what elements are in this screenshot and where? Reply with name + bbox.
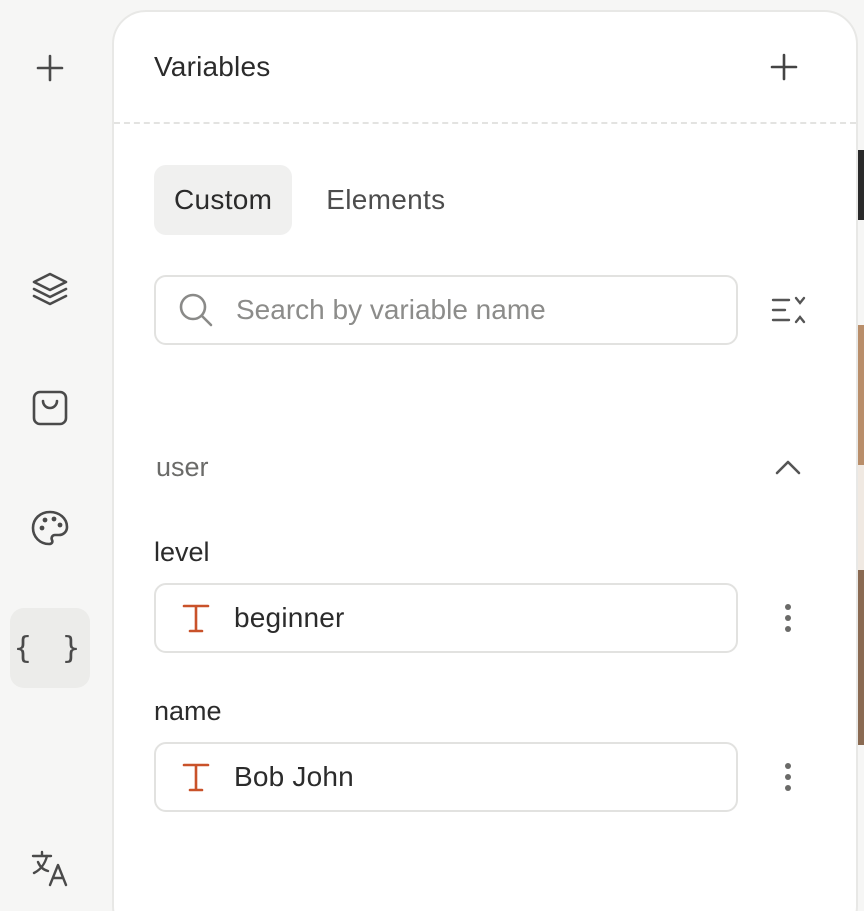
translate-icon: [31, 850, 68, 887]
variable-options-button[interactable]: [768, 742, 808, 812]
theme-button[interactable]: [10, 488, 90, 568]
sort-filter-button[interactable]: [770, 295, 806, 327]
group-name: user: [156, 451, 209, 482]
search-icon: [179, 293, 213, 327]
search-box: [154, 275, 738, 345]
text-type-icon: [180, 761, 212, 793]
text-type-icon: [180, 602, 212, 634]
variable-value-field[interactable]: beginner: [154, 583, 738, 653]
variable-tabs: Custom Elements: [154, 165, 465, 235]
variables-panel: Variables Custom Elements user: [112, 10, 858, 911]
variable-name: level: [154, 537, 210, 567]
add-element-button[interactable]: [10, 28, 90, 108]
layers-button[interactable]: [10, 249, 90, 329]
braces-icon: { }: [13, 630, 87, 666]
assets-button[interactable]: [10, 368, 90, 448]
variable-value: Bob John: [234, 761, 354, 792]
group-header-user[interactable]: user: [156, 442, 806, 492]
variable-value: beginner: [234, 602, 345, 633]
tab-elements[interactable]: Elements: [306, 165, 465, 235]
plus-icon: [770, 53, 798, 81]
palette-icon: [31, 510, 69, 546]
tab-custom[interactable]: Custom: [154, 165, 293, 235]
variable-item: name Bob John: [154, 693, 834, 812]
more-vertical-icon: [785, 604, 791, 610]
chevron-up-icon: [775, 460, 801, 475]
more-vertical-icon: [785, 763, 791, 769]
search-input[interactable]: [236, 294, 736, 326]
list-filter-icon: [771, 296, 806, 324]
canvas-preview-edge: [858, 150, 864, 850]
variable-value-field[interactable]: Bob John: [154, 742, 738, 812]
add-variable-button[interactable]: [764, 47, 804, 87]
panel-header: Variables: [114, 12, 856, 124]
bag-icon: [32, 390, 68, 426]
variable-options-button[interactable]: [768, 583, 808, 653]
panel-title: Variables: [154, 51, 271, 82]
collapse-group-button[interactable]: [770, 449, 806, 485]
translations-button[interactable]: [10, 828, 90, 908]
left-rail: { }: [0, 0, 100, 911]
variables-button[interactable]: { }: [10, 608, 90, 688]
variable-item: level beginner: [154, 534, 834, 653]
plus-icon: [36, 54, 64, 82]
layers-icon: [32, 272, 68, 306]
variable-name: name: [154, 696, 222, 726]
